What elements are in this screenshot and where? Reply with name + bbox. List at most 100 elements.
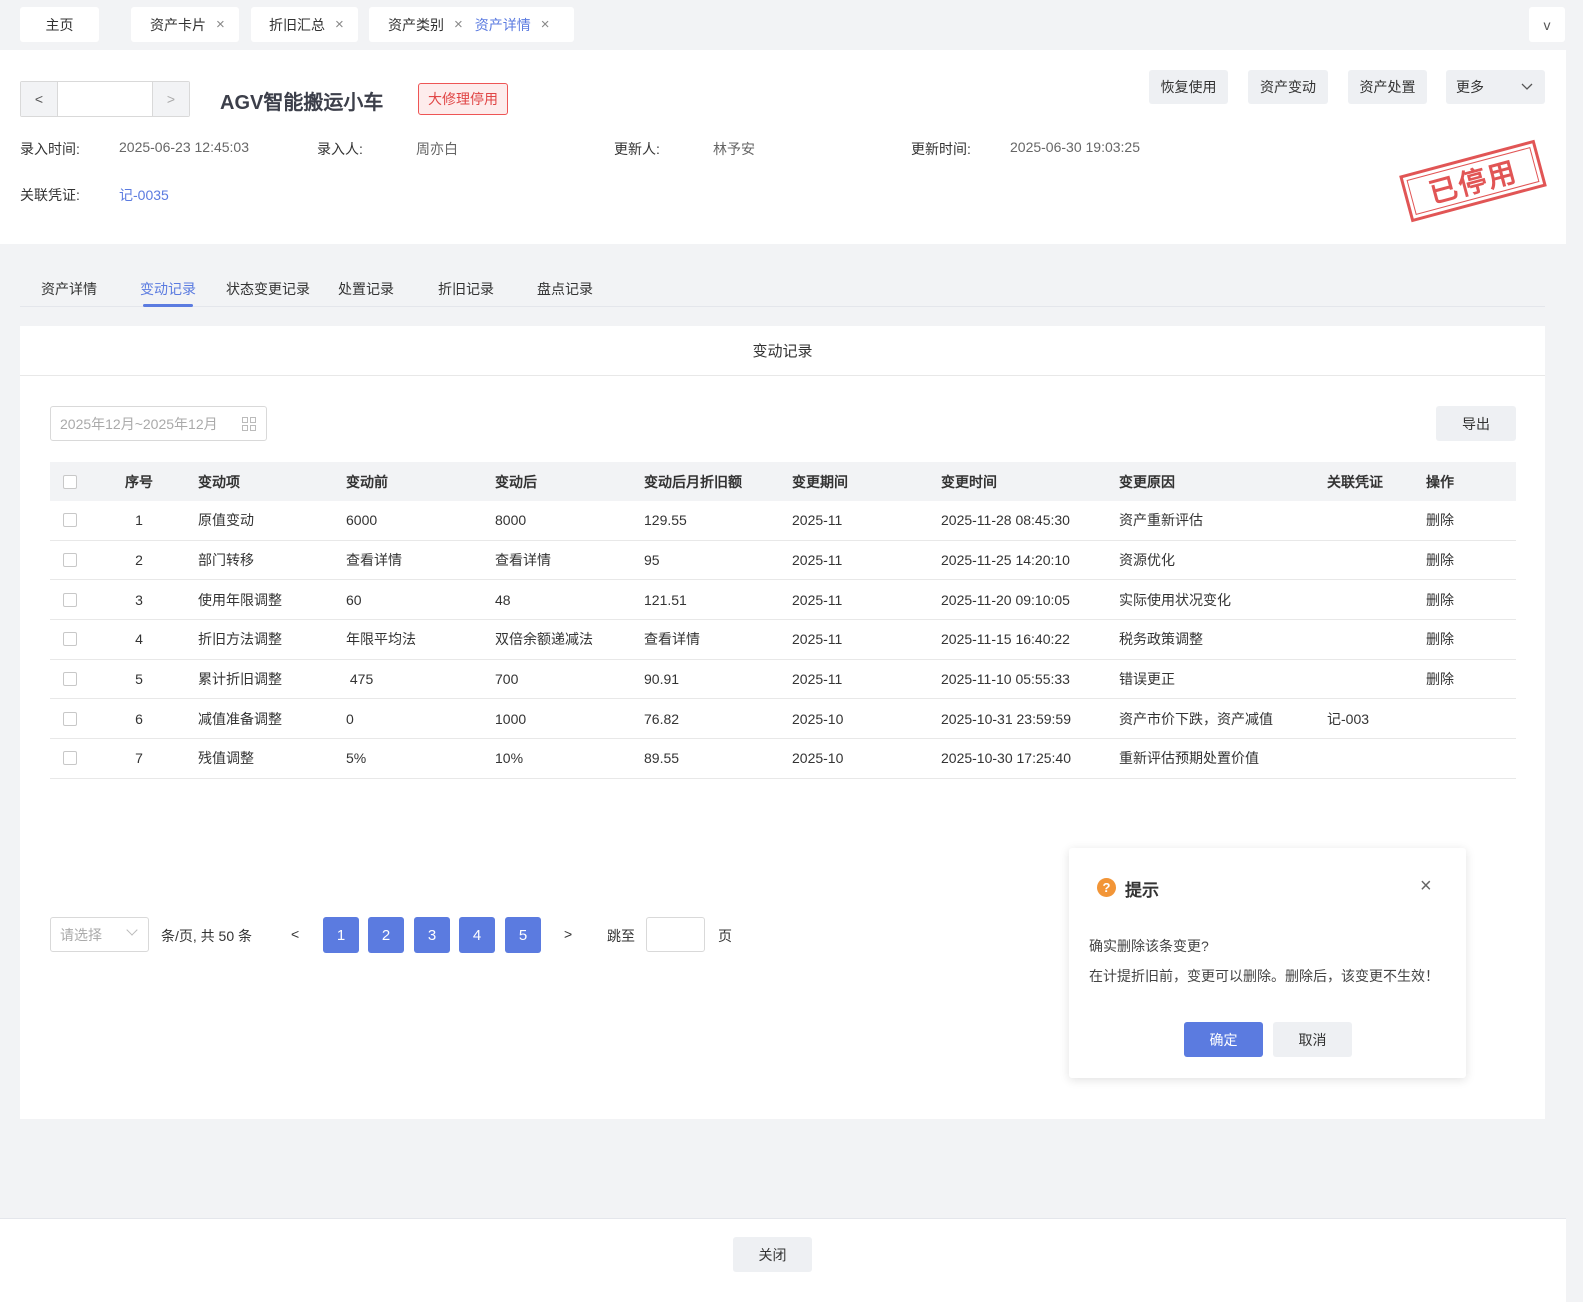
table-row: 4 折旧方法调整 年限平均法 双倍余额递减法 查看详情 2025-11 2025…: [50, 620, 1516, 660]
asset-change-button[interactable]: 资产变动: [1248, 70, 1328, 104]
date-range-picker[interactable]: 2025年12月~2025年12月: [50, 406, 267, 441]
record-index-input[interactable]: [57, 82, 153, 116]
row-checkbox[interactable]: [63, 592, 77, 607]
delete-link[interactable]: 删除: [1426, 541, 1454, 580]
dialog-detail: 在计提折旧前，变更可以删除。删除后，该变更不生效！: [1089, 968, 1439, 984]
jump-page-input[interactable]: [646, 917, 705, 952]
row-checkbox[interactable]: [63, 553, 77, 568]
row-time: 2025-10-31 23:59:59: [941, 710, 1071, 727]
row-period: 2025-11: [792, 512, 843, 529]
row-time: 2025-11-28 08:45:30: [941, 512, 1070, 529]
next-record-button[interactable]: >: [153, 82, 189, 116]
delete-link[interactable]: 删除: [1426, 580, 1454, 619]
view-detail-link[interactable]: 查看详情: [495, 541, 551, 580]
close-icon[interactable]: ×: [1420, 875, 1432, 898]
restore-button[interactable]: 恢复使用: [1149, 70, 1228, 104]
view-detail-link[interactable]: 查看详情: [644, 620, 700, 659]
row-period: 2025-11: [792, 552, 843, 569]
tab-more-button[interactable]: v: [1529, 7, 1565, 42]
update-time-label: 更新时间:: [911, 141, 971, 157]
close-button[interactable]: 关闭: [733, 1237, 812, 1272]
delete-link[interactable]: 删除: [1426, 501, 1454, 540]
table-row: 7 残值调整 5% 10% 89.55 2025-10 2025-10-30 1…: [50, 739, 1516, 779]
table-row: 1 原值变动 6000 8000 129.55 2025-11 2025-11-…: [50, 501, 1516, 541]
row-before: 475: [346, 671, 374, 688]
update-time-value: 2025-06-30 19:03:25: [1010, 139, 1140, 155]
tab-asset-card[interactable]: 资产卡片 ×: [131, 7, 239, 42]
next-page-button[interactable]: >: [564, 926, 572, 942]
voucher-link[interactable]: 记-0035: [119, 185, 169, 205]
cancel-button[interactable]: 取消: [1273, 1022, 1352, 1057]
row-no: 5: [135, 671, 143, 688]
row-checkbox[interactable]: [63, 672, 77, 687]
pagination-summary: 条/页, 共 50 条: [161, 928, 253, 944]
confirm-delete-dialog: ? 提示 × 确实删除该条变更? 在计提折旧前，变更可以删除。删除后，该变更不生…: [1069, 848, 1466, 1078]
asset-header: < > AGV智能搬运小车 大修理停用 恢复使用 资产变动 资产处置 更多 录入…: [0, 50, 1566, 244]
row-item: 残值调整: [198, 750, 254, 767]
row-before: 60: [346, 591, 362, 608]
tab-inventory-log[interactable]: 盘点记录: [537, 279, 593, 299]
row-time: 2025-11-10 05:55:33: [941, 671, 1070, 688]
tab-asset-detail[interactable]: 资产详情: [41, 279, 97, 299]
tab-label: 资产卡片: [150, 16, 206, 33]
asset-dispose-button[interactable]: 资产处置: [1348, 70, 1427, 104]
page-button-5[interactable]: 5: [505, 917, 541, 953]
row-checkbox[interactable]: [63, 513, 77, 528]
record-navigator: < >: [20, 81, 190, 117]
tab-asset-detail[interactable]: 资产详情: [475, 15, 531, 35]
col-item: 变动项: [198, 473, 240, 490]
question-icon: ?: [1097, 878, 1116, 897]
export-button[interactable]: 导出: [1436, 406, 1516, 441]
table-header: 序号 变动项 变动前 变动后 变动后月折旧额 变更期间 变更时间 变更原因 关联…: [50, 462, 1516, 501]
col-no: 序号: [125, 473, 153, 490]
page-button-2[interactable]: 2: [368, 917, 404, 953]
updater-label: 更新人:: [614, 141, 660, 157]
row-after: 10%: [495, 750, 524, 767]
row-checkbox[interactable]: [63, 751, 77, 766]
close-icon[interactable]: ×: [541, 16, 550, 33]
close-icon[interactable]: ×: [454, 16, 463, 33]
prev-record-button[interactable]: <: [21, 82, 57, 116]
select-all-checkbox[interactable]: [63, 474, 77, 489]
page-button-4[interactable]: 4: [459, 917, 495, 953]
tab-label: 折旧汇总: [269, 16, 325, 33]
entry-time-value: 2025-06-23 12:45:03: [119, 139, 249, 155]
row-no: 6: [135, 710, 143, 727]
row-time: 2025-11-15 16:40:22: [941, 631, 1070, 648]
page-size-select[interactable]: 请选择: [50, 917, 149, 952]
table-row: 6 减值准备调整 0 1000 76.82 2025-10 2025-10-31…: [50, 699, 1516, 740]
row-time: 2025-11-20 09:10:05: [941, 591, 1070, 608]
row-checkbox[interactable]: [63, 632, 77, 647]
disabled-stamp: 已停用: [1399, 139, 1547, 223]
row-period: 2025-11: [792, 671, 843, 688]
confirm-button[interactable]: 确定: [1184, 1022, 1263, 1057]
row-no: 2: [135, 552, 143, 569]
tab-depreciation-summary[interactable]: 折旧汇总 ×: [251, 7, 358, 42]
more-button[interactable]: 更多: [1446, 70, 1545, 104]
tab-change-log[interactable]: 变动记录: [140, 279, 196, 299]
row-no: 1: [135, 512, 143, 529]
delete-link[interactable]: 删除: [1426, 620, 1454, 659]
tab-status-log[interactable]: 状态变更记录: [226, 279, 310, 299]
row-period: 2025-10: [792, 750, 844, 767]
row-checkbox[interactable]: [63, 711, 77, 726]
row-no: 4: [135, 631, 143, 648]
delete-link[interactable]: 删除: [1426, 660, 1454, 699]
tab-dispose-log[interactable]: 处置记录: [338, 279, 394, 299]
chevron-down-icon: [1521, 83, 1533, 90]
more-label: 更多: [1456, 79, 1484, 95]
row-after: 48: [495, 591, 511, 608]
row-voucher-link[interactable]: 记-003: [1327, 699, 1369, 738]
page-button-3[interactable]: 3: [414, 917, 450, 953]
row-reason: 资产市价下跌，资产减值: [1119, 710, 1273, 727]
view-detail-link[interactable]: 查看详情: [346, 541, 402, 580]
tab-asset-category[interactable]: 资产类别 × 资产详情 ×: [369, 7, 574, 42]
tab-home[interactable]: 主页: [20, 7, 99, 42]
tab-depreciation-log[interactable]: 折旧记录: [438, 279, 494, 299]
page-button-1[interactable]: 1: [323, 917, 359, 953]
footer-bar: 关闭: [0, 1218, 1566, 1302]
close-icon[interactable]: ×: [216, 16, 225, 33]
row-item: 累计折旧调整: [198, 671, 282, 688]
prev-page-button[interactable]: <: [291, 926, 299, 942]
close-icon[interactable]: ×: [335, 16, 344, 33]
